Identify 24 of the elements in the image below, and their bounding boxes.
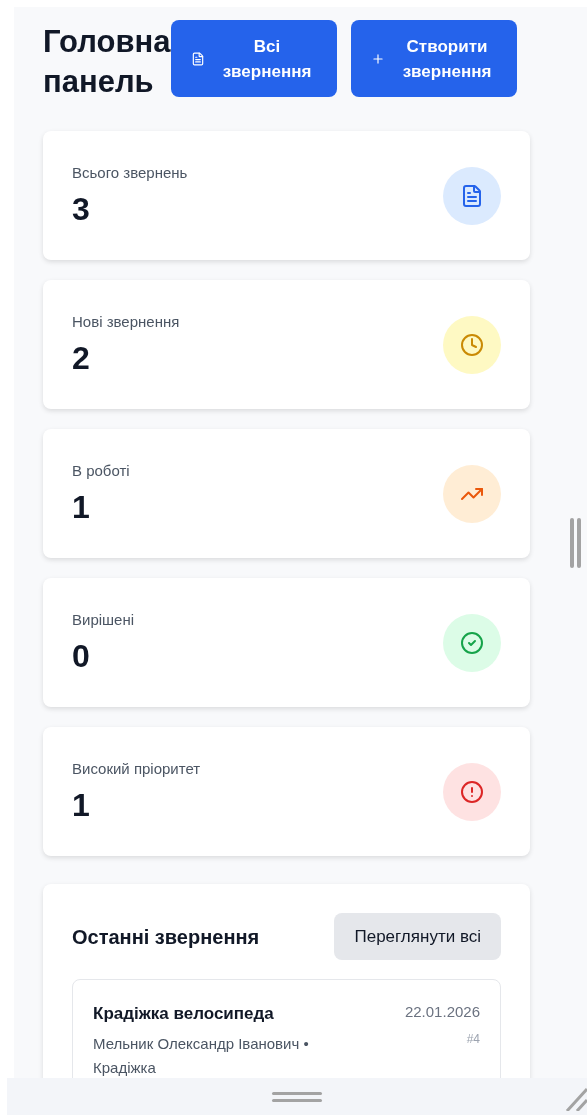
- page-title: Головна панель: [43, 23, 171, 101]
- view-all-button[interactable]: Переглянути всі: [334, 913, 501, 960]
- drag-handle-icon[interactable]: [272, 1091, 322, 1102]
- stat-value: 3: [72, 189, 91, 229]
- request-meta: Мельник Олександр Іванович • Крадіжка: [93, 1034, 310, 1078]
- stat-value: 0: [72, 636, 91, 676]
- stat-value: 1: [72, 487, 91, 527]
- scrollbar-handle-drawing[interactable]: [570, 518, 582, 568]
- section-title: Останні звернення: [72, 924, 260, 950]
- header-button[interactable]: Всі звернення: [171, 20, 337, 97]
- stat-label: Всього звернень: [72, 162, 188, 183]
- document-icon: [191, 51, 205, 66]
- stat-value: 2: [72, 338, 91, 378]
- stat-label: В роботі: [72, 460, 130, 481]
- stat-label: Високий пріоритет: [72, 758, 201, 779]
- request-number: #4: [466, 1031, 480, 1048]
- plus-icon: [371, 51, 385, 66]
- request-title: Крадіжка велосипеда: [93, 1003, 275, 1025]
- header-button[interactable]: Створити звернення: [351, 20, 517, 97]
- stat-label: Нові звернення: [72, 311, 180, 332]
- stat-value: 1: [72, 785, 91, 825]
- stat-label: Вирішені: [72, 609, 135, 630]
- request-date: 22.01.2026: [404, 1002, 480, 1022]
- resize-grip-icon[interactable]: [565, 1085, 587, 1111]
